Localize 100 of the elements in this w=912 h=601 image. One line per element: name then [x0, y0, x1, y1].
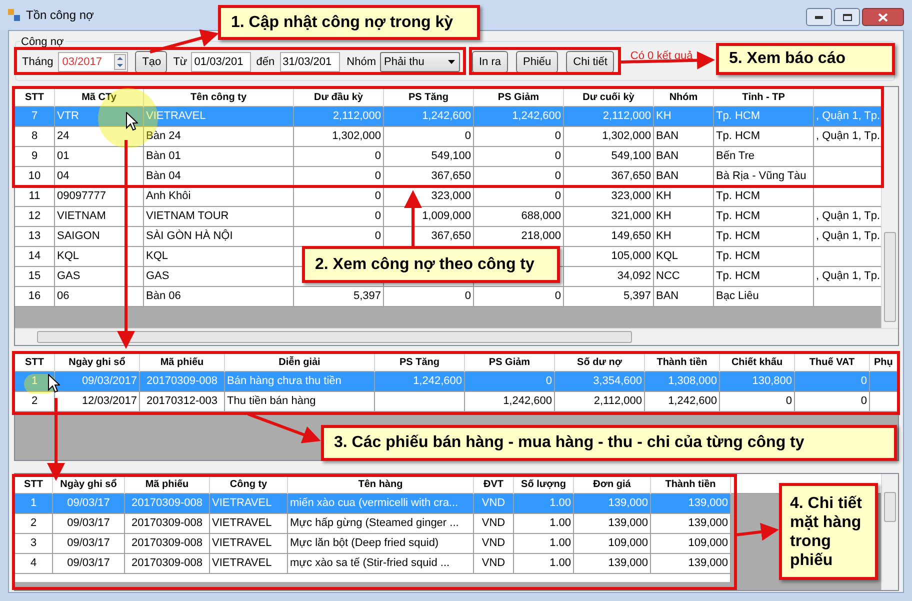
table-cell-text: 09/03/17 [67, 536, 110, 552]
table-cell-text: , Quận 1, Tp. [816, 269, 880, 284]
table-cell-text: 1.00 [550, 496, 571, 512]
table-cell-text: , Quận 1, Tp. [816, 229, 880, 244]
table-cell-text: 0 [786, 394, 792, 410]
table-cell-text: 0 [374, 149, 381, 164]
table-cell-text: 2,112,000 [602, 109, 651, 124]
table-cell-text: 218,000 [521, 229, 561, 244]
table-cell-text: 20170309-008 [132, 496, 202, 512]
table-cell-text: , Quận 1, Tp. [816, 129, 880, 144]
table-cell-text: 1.00 [550, 516, 571, 532]
table-cell-text: GAS [57, 269, 80, 284]
table-cell-text: 34,092 [617, 269, 651, 284]
table-cell-text: 20170309-008 [132, 536, 202, 552]
annotation-tooltip: 5. Xem báo cáo [716, 43, 895, 75]
table-cell-text: 0 [860, 394, 867, 410]
table-cell-text: Tp. HCM [716, 109, 760, 124]
table-cell-text: 0 [554, 189, 561, 204]
table-cell-text: 1,242,600 [422, 109, 471, 124]
table-cell-text: Bàn 24 [146, 129, 181, 144]
table-cell-text: 109,000 [688, 536, 728, 552]
table-cell-text: 321,000 [611, 209, 651, 224]
table-cell-text: 2 [30, 516, 37, 532]
table-cell-text: mực xào sa tế (Stir-fried squid ... [290, 556, 450, 572]
table-cell-text: 20170309-008 [146, 374, 218, 390]
table-cell-text: 367,650 [431, 229, 471, 244]
table-cell-text: 1,242,600 [413, 374, 462, 390]
table-cell-text: 1,242,600 [668, 394, 717, 410]
table-cell-text: 14 [28, 249, 41, 264]
table-cell-text: 15 [28, 269, 41, 284]
table-cell-text: BAN [656, 289, 679, 304]
table-cell-text: 367,650 [611, 169, 651, 184]
table-cell-text: SAIGON [57, 229, 100, 244]
table-cell-text: Bàn 01 [146, 149, 181, 164]
table-cell-text: Mực lăn bột (Deep fried squid) [290, 536, 439, 552]
field-label: Tháng [22, 54, 54, 70]
table-cell-text: Anh Khôi [146, 189, 191, 204]
table-cell-text: , Quận 1, Tp. [816, 109, 880, 124]
table-cell-text: 0 [554, 129, 561, 144]
annotation-tooltip: 4. Chi tiết mặt hàng trong phiếu [779, 483, 878, 580]
table-cell-text: 9 [31, 149, 38, 164]
table-cell-text: 4 [30, 556, 37, 572]
table-cell-text: 20170309-008 [132, 516, 202, 532]
table-cell-text: KQL [656, 249, 678, 264]
result-count: Có 0 kết quả [630, 49, 693, 64]
table-cell-text: VIETRAVEL [212, 536, 272, 552]
table-cell-text: 1,242,600 [503, 394, 552, 410]
table-cell-text: VIETNAM TOUR [146, 209, 229, 224]
table-cell-text: 16 [28, 289, 41, 304]
table-cell-text: VIETRAVEL [212, 496, 272, 512]
table-cell-text: 06 [57, 289, 70, 304]
table-cell-text: VTR [57, 109, 79, 124]
table-cell-text: 130,800 [752, 374, 792, 390]
annotation-tooltip: 2. Xem công nợ theo công ty [302, 246, 560, 283]
table-cell-text: 7 [31, 109, 38, 124]
table-cell-text: 09/03/2017 [82, 374, 137, 390]
table-cell-text: Bạc Liêu [716, 289, 759, 304]
table-cell-text: 0 [554, 149, 561, 164]
table-cell-text: miến xào cua (vermicelli with cra... [290, 496, 458, 512]
table-cell-text: 1.00 [550, 536, 571, 552]
table-cell-text: Tp. HCM [716, 249, 760, 264]
table-cell-text: SÀI GÒN HÀ NỘI [146, 228, 233, 244]
table-cell-text: 3,354,600 [593, 374, 642, 390]
table-cell-text: KH [656, 189, 672, 204]
table-cell-text: 1.00 [550, 556, 571, 572]
annotation-tooltip: 1. Cập nhật công nợ trong kỳ [218, 5, 480, 40]
table-cell-text: 8 [31, 129, 38, 144]
table-cell-text: 1,242,600 [512, 109, 561, 124]
table-cell-text: , Quận 1, Tp. [816, 209, 880, 224]
table-cell-text: 10 [28, 169, 41, 184]
table-cell-text: 09/03/17 [67, 516, 110, 532]
table-cell-text: 0 [554, 169, 561, 184]
table-cell-text: 0 [464, 129, 471, 144]
field-label: đến [256, 54, 275, 70]
field-label: Từ [173, 54, 188, 70]
table-cell-text: 1,302,000 [332, 129, 381, 144]
table-cell-text: KH [656, 229, 672, 244]
table-cell-text: GAS [146, 269, 170, 284]
table-cell-text: 04 [57, 169, 70, 184]
table-cell-text: Tp. HCM [716, 129, 760, 144]
table-cell-text: VIETNAM [57, 209, 106, 224]
table-cell-text: Tp. HCM [716, 209, 760, 224]
table-cell-text: KQL [146, 249, 168, 264]
table-cell-text: 11 [28, 189, 40, 204]
table-cell-text: VND [482, 556, 506, 572]
table-cell-text: 5,397 [623, 289, 651, 304]
table-cell-text: 1 [31, 374, 38, 390]
table-cell-text: 1,302,000 [602, 129, 651, 144]
table-cell-text: Tp. HCM [716, 269, 760, 284]
table-cell-text: 0 [464, 289, 471, 304]
table-cell-text: VIETRAVEL [146, 109, 206, 124]
annotation-tooltip: 3. Các phiếu bán hàng - mua hàng - thu - chi của từng công ty [321, 425, 897, 461]
table-cell-text: 139,000 [608, 496, 648, 512]
table-cell-text: 323,000 [611, 189, 651, 204]
table-cell-text: 0 [554, 289, 561, 304]
table-cell-text: 139,000 [608, 516, 648, 532]
table-cell-text: VIETRAVEL [212, 516, 272, 532]
table-cell-text: 0 [374, 189, 381, 204]
table-cell-text: Bán hàng chưa thu tiền [227, 374, 342, 390]
table-cell-text: 549,100 [431, 149, 471, 164]
